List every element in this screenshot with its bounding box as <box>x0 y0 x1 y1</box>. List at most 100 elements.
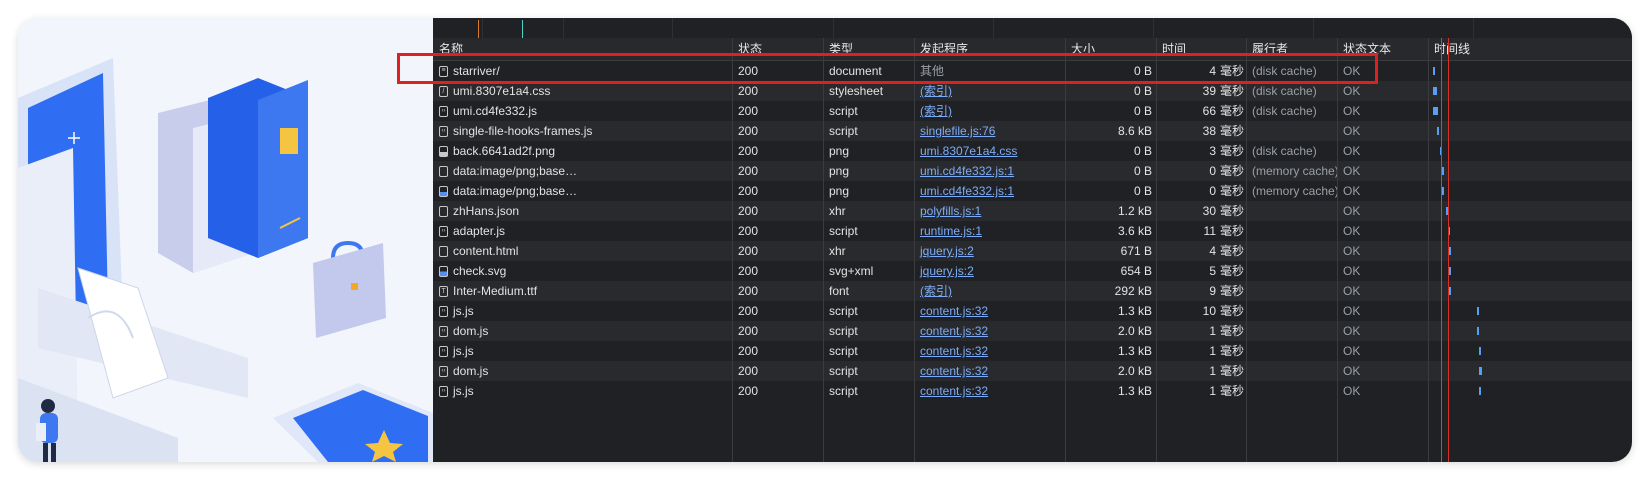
time-value: 10 <box>1202 304 1216 318</box>
table-row[interactable]: content.html 200 xhr jquery.js:2 671 B 4 毫秒 OK <box>433 241 1632 261</box>
file-font-icon <box>439 286 448 297</box>
request-fulfilled <box>1246 281 1337 301</box>
table-row[interactable]: back.6641ad2f.png 200 png umi.8307e1a4.css 0… <box>433 141 1632 161</box>
table-row[interactable]: adapter.js 200 script runtime.js:1 3.6 kB 11 毫… <box>433 221 1632 241</box>
request-fulfilled <box>1246 201 1337 221</box>
request-type: script <box>829 384 858 398</box>
request-fulfilled <box>1246 321 1337 341</box>
table-row[interactable]: js.js 200 script content.js:32 1.3 kB 1 毫秒 OK <box>433 381 1632 401</box>
table-row[interactable]: umi.cd4fe332.js 200 script (索引) 0 B 66 毫秒 (disk… <box>433 101 1632 121</box>
table-row[interactable]: single-file-hooks-frames.js 200 script sing… <box>433 121 1632 141</box>
time-value: 9 <box>1209 284 1216 298</box>
waterfall-bar[interactable] <box>1449 267 1451 275</box>
waterfall-bar[interactable] <box>1449 247 1451 255</box>
column-divider[interactable] <box>914 38 915 462</box>
request-size: 2.0 kB <box>1117 364 1152 378</box>
request-initiator[interactable]: content.js:32 <box>914 301 1065 321</box>
request-status-text: OK <box>1343 204 1361 218</box>
waterfall-bar[interactable] <box>1433 87 1437 95</box>
request-initiator[interactable]: polyfills.js:1 <box>914 201 1065 221</box>
request-status: 200 <box>738 364 759 378</box>
waterfall-bar[interactable] <box>1479 367 1482 375</box>
waterfall-bar[interactable] <box>1433 107 1438 115</box>
column-divider[interactable] <box>1156 38 1157 462</box>
file-js-icon <box>439 326 448 337</box>
request-initiator[interactable]: (索引) <box>914 281 1065 301</box>
request-status-text: OK <box>1343 324 1361 338</box>
request-initiator[interactable]: content.js:32 <box>914 381 1065 401</box>
waterfall-bar[interactable] <box>1442 187 1444 195</box>
waterfall-bar[interactable] <box>1479 387 1481 395</box>
file-js-icon <box>439 346 448 357</box>
column-divider[interactable] <box>1337 38 1338 462</box>
time-value: 39 <box>1202 84 1216 98</box>
waterfall-bar[interactable] <box>1442 167 1444 175</box>
table-row[interactable]: check.svg 200 svg+xml jquery.js:2 654 B 5 毫秒 OK <box>433 261 1632 281</box>
file-js-icon <box>439 366 448 377</box>
table-row[interactable]: zhHans.json 200 xhr polyfills.js:1 1.2 kB 30 毫… <box>433 201 1632 221</box>
request-status: 200 <box>738 224 759 238</box>
request-initiator[interactable]: umi.8307e1a4.css <box>914 141 1065 161</box>
request-initiator[interactable]: content.js:32 <box>914 361 1065 381</box>
waterfall-bar[interactable] <box>1449 287 1451 295</box>
column-divider[interactable] <box>823 38 824 462</box>
request-status-text: OK <box>1343 124 1361 138</box>
request-initiator[interactable]: jquery.js:2 <box>914 261 1065 281</box>
table-row[interactable]: data:image/png;base… 200 png umi.cd4fe332.j… <box>433 181 1632 201</box>
table-row[interactable]: umi.8307e1a4.css 200 stylesheet (索引) 0 B 39 毫秒… <box>433 81 1632 101</box>
request-initiator[interactable]: content.js:32 <box>914 341 1065 361</box>
request-name: check.svg <box>433 261 732 281</box>
time-value: 3 <box>1209 144 1216 158</box>
request-initiator[interactable]: runtime.js:1 <box>914 221 1065 241</box>
request-name: zhHans.json <box>433 201 732 221</box>
request-type: script <box>829 104 858 118</box>
waterfall-bar[interactable] <box>1477 327 1479 335</box>
request-name: adapter.js <box>433 221 732 241</box>
waterfall-bar[interactable] <box>1477 307 1479 315</box>
column-header-waterfall[interactable]: 时间线 <box>1428 38 1632 60</box>
highlight-box <box>397 53 1378 84</box>
column-divider[interactable] <box>1428 38 1429 462</box>
request-size: 671 B <box>1120 244 1152 258</box>
request-fulfilled: (memory cache) <box>1252 164 1337 178</box>
request-status-text: OK <box>1343 184 1361 198</box>
time-unit: 毫秒 <box>1220 384 1245 398</box>
request-status-text: OK <box>1343 104 1361 118</box>
request-initiator[interactable]: umi.cd4fe332.js:1 <box>914 181 1065 201</box>
table-row[interactable]: dom.js 200 script content.js:32 2.0 kB 1 毫秒 OK <box>433 321 1632 341</box>
request-initiator[interactable]: jquery.js:2 <box>914 241 1065 261</box>
request-initiator[interactable]: (索引) <box>914 101 1065 121</box>
table-row[interactable]: js.js 200 script content.js:32 1.3 kB 1 毫秒 OK <box>433 341 1632 361</box>
request-status-text: OK <box>1343 164 1361 178</box>
request-size: 0 B <box>1133 164 1152 178</box>
column-divider[interactable] <box>1065 38 1066 462</box>
time-value: 66 <box>1202 104 1216 118</box>
request-status-text: OK <box>1343 304 1361 318</box>
request-name-text: dom.js <box>453 324 489 338</box>
waterfall-bar[interactable] <box>1437 127 1439 135</box>
request-status: 200 <box>738 164 759 178</box>
request-status: 200 <box>738 384 759 398</box>
waterfall-bar[interactable] <box>1433 67 1435 75</box>
request-initiator[interactable]: (索引) <box>914 81 1065 101</box>
overview-tick <box>563 18 564 38</box>
request-size: 3.6 kB <box>1117 224 1152 238</box>
request-initiator[interactable]: umi.cd4fe332.js:1 <box>914 161 1065 181</box>
table-row[interactable]: data:image/png;base… 200 png umi.cd4fe332.j… <box>433 161 1632 181</box>
request-type: script <box>829 124 858 138</box>
column-divider[interactable] <box>1246 38 1247 462</box>
table-row[interactable]: dom.js 200 script content.js:32 2.0 kB 1 毫秒 OK <box>433 361 1632 381</box>
request-initiator[interactable]: content.js:32 <box>914 321 1065 341</box>
column-divider[interactable] <box>732 38 733 462</box>
illustration-graphic <box>18 18 433 462</box>
request-size: 8.6 kB <box>1117 124 1152 138</box>
request-initiator[interactable]: singlefile.js:76 <box>914 121 1065 141</box>
request-status: 200 <box>738 124 759 138</box>
timeline-overview[interactable] <box>433 18 1632 39</box>
waterfall-bar[interactable] <box>1479 347 1481 355</box>
table-row[interactable]: Inter-Medium.ttf 200 font (索引) 292 kB 9 毫秒 OK <box>433 281 1632 301</box>
request-status-text: OK <box>1343 344 1361 358</box>
request-fulfilled <box>1246 241 1337 261</box>
request-name: js.js <box>433 301 732 321</box>
table-row[interactable]: js.js 200 script content.js:32 1.3 kB 10 毫秒 OK <box>433 301 1632 321</box>
